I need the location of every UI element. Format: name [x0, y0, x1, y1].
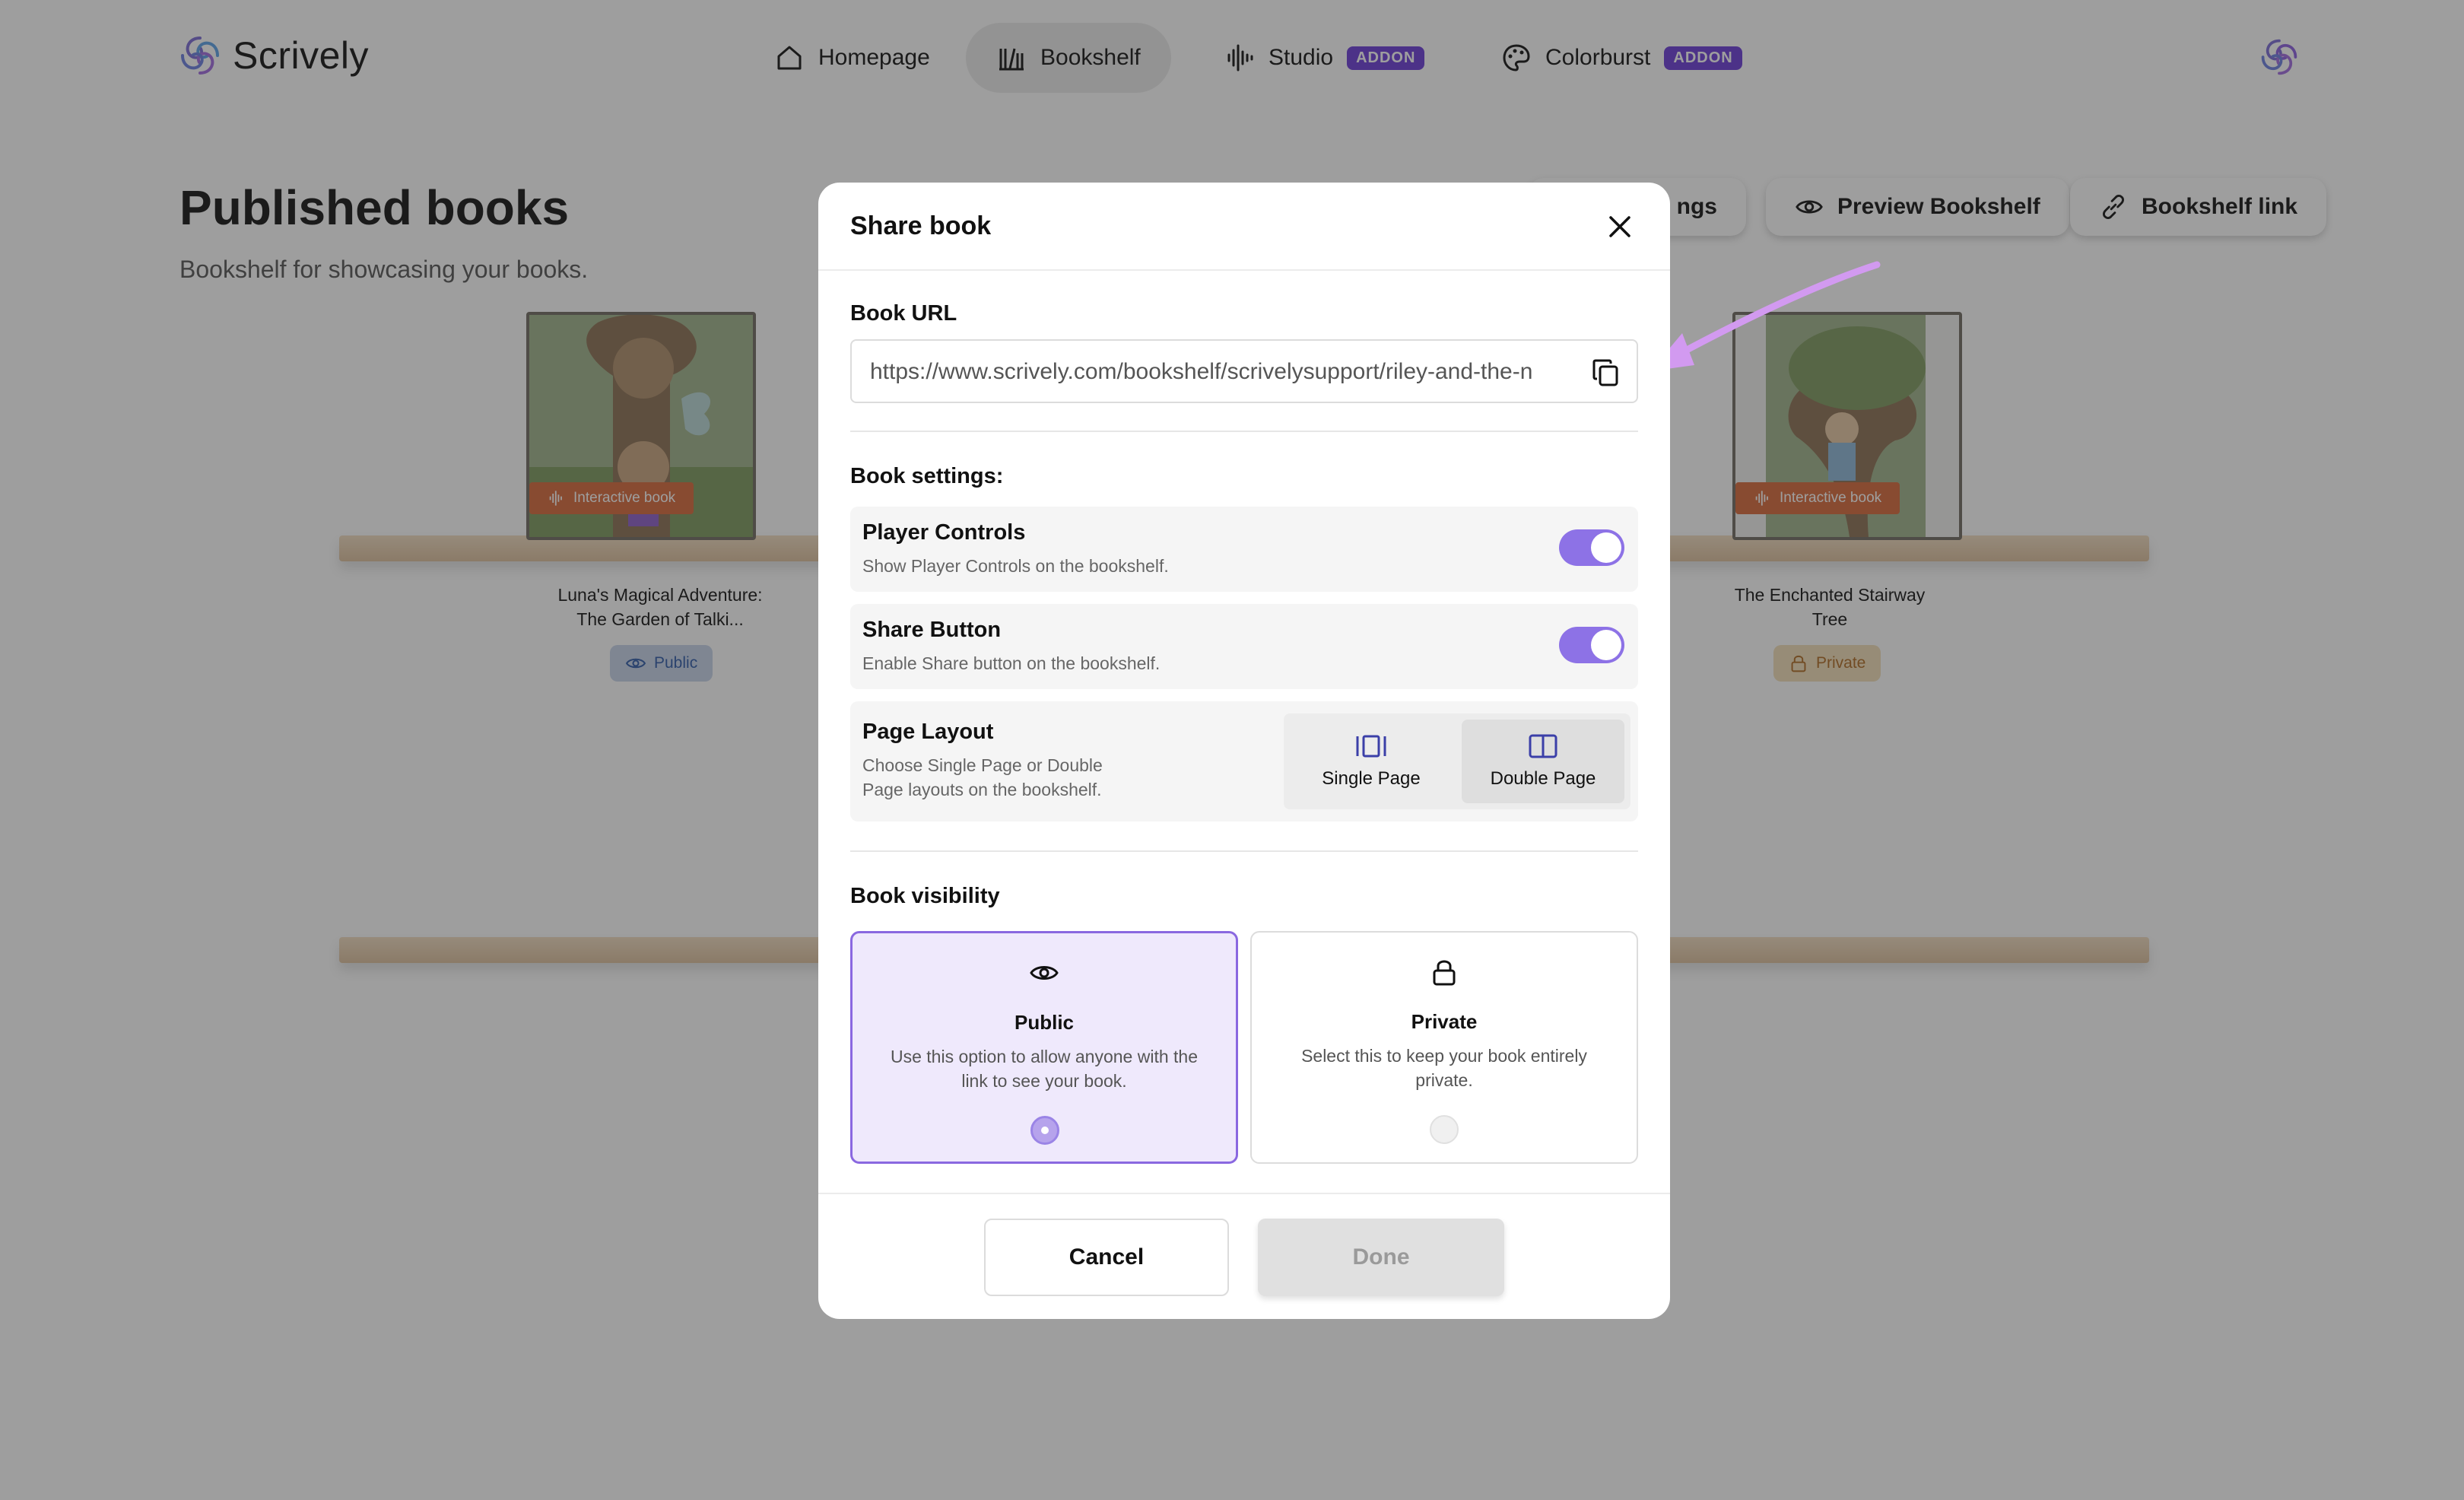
close-button[interactable]	[1605, 211, 1635, 242]
toggle-knob	[1591, 532, 1621, 563]
setting-description-line: Page layouts on the bookshelf.	[862, 780, 1102, 799]
annotation-arrow-icon	[1650, 261, 1881, 371]
visibility-public-option[interactable]: Public Use this option to allow anyone w…	[850, 931, 1238, 1164]
book-url-field[interactable]: https://www.scrively.com/bookshelf/scriv…	[850, 339, 1638, 403]
player-controls-setting: Player Controls Show Player Controls on …	[850, 507, 1638, 592]
copy-url-button[interactable]	[1589, 356, 1623, 389]
setting-title: Player Controls	[862, 520, 1026, 545]
double-page-icon	[1529, 734, 1557, 758]
visibility-title: Private	[1411, 1010, 1478, 1033]
setting-description-line: Choose Single Page or Double	[862, 755, 1103, 775]
layout-option-label: Double Page	[1490, 768, 1596, 789]
visibility-description: Select this to keep your book entirely p…	[1282, 1044, 1606, 1092]
visibility-description: Use this option to allow anyone with the…	[883, 1044, 1205, 1093]
visibility-private-option[interactable]: Private Select this to keep your book en…	[1250, 931, 1638, 1164]
share-button-toggle[interactable]	[1559, 627, 1624, 663]
eye-icon	[1030, 966, 1059, 980]
radio-dot	[1041, 1127, 1049, 1134]
lock-icon	[1433, 960, 1456, 986]
copy-icon	[1592, 359, 1618, 386]
book-url-value[interactable]: https://www.scrively.com/bookshelf/scriv…	[870, 359, 1577, 385]
setting-title: Share Button	[862, 618, 1002, 642]
page-layout-selector: Single Page Double Page	[1284, 713, 1630, 809]
dialog-footer-divider	[818, 1193, 1670, 1194]
setting-description: Show Player Controls on the bookshelf.	[862, 556, 1169, 576]
share-button-setting: Share Button Enable Share button on the …	[850, 604, 1638, 689]
cancel-button[interactable]: Cancel	[984, 1219, 1229, 1296]
visibility-description-line: link to see your book.	[961, 1071, 1127, 1091]
layout-option-label: Single Page	[1322, 768, 1421, 789]
dialog-header: Share book	[818, 183, 1670, 271]
divider	[850, 850, 1638, 852]
single-page-icon	[1356, 735, 1386, 758]
player-controls-toggle[interactable]	[1559, 529, 1624, 566]
setting-title: Page Layout	[862, 720, 994, 744]
share-book-dialog: Share book Book URL https://www.scrively…	[818, 183, 1670, 1319]
book-visibility-label: Book visibility	[850, 884, 1000, 908]
setting-description: Choose Single Page or Double Page layout…	[862, 753, 1103, 802]
visibility-description-line: Select this to keep your book entirely	[1301, 1046, 1587, 1066]
book-url-label: Book URL	[850, 301, 957, 326]
visibility-description-line: Use this option to allow anyone with the	[890, 1047, 1199, 1066]
visibility-icon-wrap	[853, 958, 1236, 988]
done-button[interactable]: Done	[1258, 1219, 1504, 1296]
page-layout-setting: Page Layout Choose Single Page or Double…	[850, 701, 1638, 822]
public-radio[interactable]	[1030, 1116, 1059, 1145]
setting-description: Enable Share button on the bookshelf.	[862, 653, 1161, 673]
close-icon	[1609, 216, 1630, 237]
visibility-description-line: private.	[1415, 1070, 1473, 1090]
double-page-option[interactable]: Double Page	[1462, 720, 1624, 803]
single-page-option[interactable]: Single Page	[1290, 720, 1453, 803]
divider	[850, 431, 1638, 432]
visibility-title: Public	[1014, 1011, 1074, 1034]
toggle-knob	[1591, 630, 1621, 660]
visibility-icon-wrap	[1252, 957, 1637, 987]
private-radio[interactable]	[1430, 1115, 1459, 1144]
book-settings-label: Book settings:	[850, 464, 1004, 488]
dialog-title: Share book	[850, 211, 992, 240]
